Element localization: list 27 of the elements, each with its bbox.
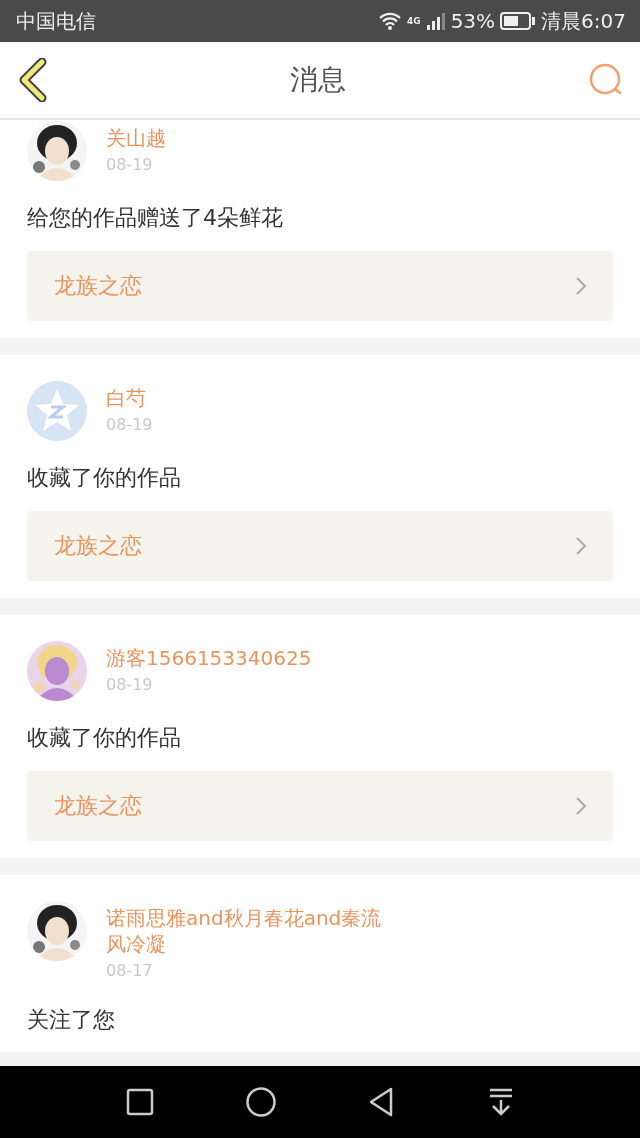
- default-avatar-icon: [27, 381, 87, 441]
- work-link[interactable]: 龙族之恋: [27, 251, 613, 321]
- home-icon[interactable]: [245, 1086, 277, 1118]
- wifi-icon: [377, 12, 402, 30]
- recent-apps-icon[interactable]: [125, 1087, 155, 1117]
- user-name[interactable]: 游客1566153340625: [106, 645, 312, 671]
- user-name[interactable]: 关山越: [106, 125, 166, 151]
- user-name[interactable]: 诺雨思雅and秋月春花and秦流风冷凝: [106, 905, 396, 957]
- signal-icon: [425, 12, 446, 30]
- battery-icon: [500, 12, 537, 30]
- network-type: 4G: [406, 15, 421, 26]
- notification-pull-icon[interactable]: [487, 1087, 515, 1117]
- message-text: 给您的作品赠送了4朵鲜花: [27, 204, 284, 232]
- carrier-name: 中国电信: [16, 7, 97, 35]
- battery-percent: 53%: [450, 9, 496, 33]
- chevron-icon: [575, 796, 587, 816]
- work-link[interactable]: 龙族之恋: [27, 511, 613, 581]
- message-text: 收藏了你的作品: [27, 464, 182, 492]
- message-text: 收藏了你的作品: [27, 724, 182, 752]
- chevron-icon: [575, 276, 587, 296]
- page-title: 消息: [290, 62, 346, 98]
- user-name[interactable]: 白芍: [106, 385, 153, 411]
- work-link[interactable]: 龙族之恋: [27, 771, 613, 841]
- back-icon[interactable]: [18, 58, 48, 102]
- message-text: 关注了您: [27, 1006, 116, 1034]
- chevron-icon: [575, 536, 587, 556]
- clock-time: 清晨6:07: [541, 7, 626, 35]
